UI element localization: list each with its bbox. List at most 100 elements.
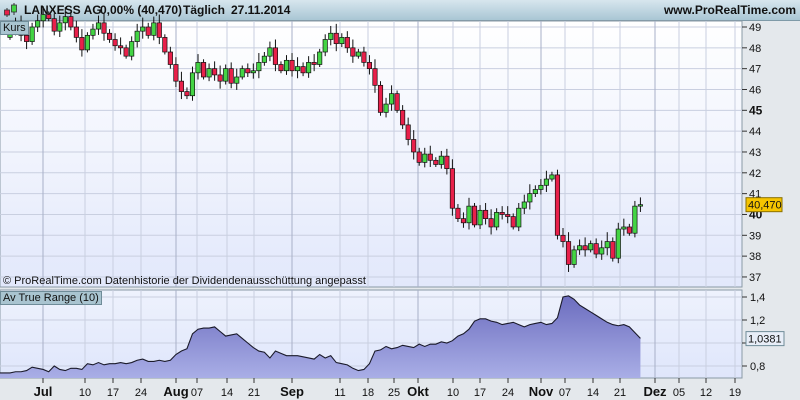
- candle-body: [483, 209, 489, 219]
- candle-body: [383, 103, 389, 113]
- time-tick-label: 07: [559, 387, 571, 399]
- time-tick-label: 21: [248, 387, 260, 399]
- time-tick-label: Jul: [34, 384, 53, 399]
- candle-body: [510, 216, 516, 228]
- candle-body: [516, 207, 522, 228]
- candle-body: [167, 51, 173, 65]
- candle-body: [400, 109, 406, 126]
- candle-body: [272, 47, 278, 65]
- candle-body: [245, 68, 251, 74]
- candle-body: [433, 159, 439, 165]
- candle-body: [328, 32, 334, 40]
- candle-body: [201, 62, 207, 78]
- chart-canvas[interactable]: 494847464544434241403938371,41,20,8Jul 10…: [0, 0, 800, 400]
- candle-body: [615, 228, 621, 259]
- candle-body: [350, 47, 356, 57]
- price-panel: [0, 20, 743, 288]
- time-tick-label: Okt: [407, 384, 429, 399]
- candle-body: [505, 214, 511, 217]
- chart-window: LANXESS AG 0,00% (40,470) Täglich 27.11.…: [0, 0, 800, 400]
- candle-body: [212, 68, 218, 76]
- candle-body: [549, 174, 555, 180]
- candle-body: [300, 66, 306, 74]
- price-tick-label: 46: [749, 84, 761, 96]
- candle-body: [538, 184, 544, 190]
- candle-body: [389, 93, 395, 105]
- candle-body: [599, 247, 605, 255]
- candle-body: [151, 22, 157, 36]
- candle-body: [466, 205, 472, 224]
- candle-body: [239, 68, 245, 78]
- price-tick-label: 44: [749, 126, 761, 138]
- candle-body: [68, 16, 74, 28]
- candle-body: [438, 155, 444, 165]
- candle-body: [565, 241, 572, 265]
- candle-body: [527, 193, 533, 203]
- candle-body: [577, 245, 583, 251]
- candle-body: [455, 207, 461, 219]
- candle-body: [416, 151, 422, 163]
- time-tick-label: Dez: [643, 384, 667, 399]
- candle-body: [206, 68, 212, 78]
- candle-body: [377, 84, 384, 113]
- candle-body: [394, 93, 400, 111]
- candle-body: [571, 249, 577, 265]
- candle-body: [317, 51, 323, 65]
- price-tick-label: 45: [749, 103, 763, 117]
- time-tick-label: 19: [729, 387, 741, 399]
- candle-body: [129, 41, 135, 57]
- time-tick-label: Aug: [163, 384, 188, 399]
- candle-body: [217, 74, 223, 82]
- time-tick-label: 18: [362, 387, 374, 399]
- candle-body: [582, 245, 588, 251]
- atr-tick-label: 1,4: [750, 292, 765, 304]
- candle-body: [361, 51, 367, 63]
- candle-body: [106, 32, 113, 40]
- candle-body: [499, 212, 505, 215]
- candle-body: [24, 34, 30, 42]
- candle-body: [339, 37, 345, 45]
- candle-body: [90, 28, 96, 36]
- last-price-value: 40,470: [748, 200, 782, 212]
- candle-body: [477, 209, 483, 226]
- candle-body: [427, 153, 433, 161]
- candle-body: [57, 22, 63, 32]
- candle-body: [101, 22, 107, 34]
- price-tick-label: 49: [749, 22, 761, 34]
- candle-body: [521, 201, 527, 209]
- candle-body: [444, 155, 450, 169]
- price-tick-label: 43: [749, 147, 761, 159]
- candle-body: [422, 153, 428, 163]
- candle-body: [29, 26, 35, 42]
- time-tick-label: Sep: [280, 384, 304, 399]
- time-tick-label: 14: [221, 387, 233, 399]
- atr-panel-label: Av True Range (10): [0, 291, 102, 305]
- candle-body: [189, 72, 196, 97]
- candle-body: [560, 234, 566, 242]
- candle-body: [134, 30, 140, 42]
- candle-body: [51, 18, 57, 32]
- candle-body: [267, 47, 273, 57]
- candle-body: [79, 37, 85, 51]
- candle-body: [295, 66, 301, 72]
- time-tick-label: 07: [191, 387, 203, 399]
- candle-body: [405, 124, 411, 140]
- candle-body: [372, 68, 378, 86]
- candle-body: [488, 218, 494, 228]
- candle-body: [289, 59, 295, 72]
- candle-body: [333, 32, 339, 45]
- candle-body: [234, 76, 240, 84]
- candle-body: [494, 212, 500, 228]
- candle-body: [250, 70, 256, 74]
- candle-body: [228, 68, 234, 84]
- atr-tick-label: 0,8: [750, 361, 765, 373]
- atr-tick-label: 1,2: [750, 315, 765, 327]
- time-tick-label: 12: [700, 387, 712, 399]
- time-tick-label: 21: [614, 387, 626, 399]
- footer-note: © ProRealTime.com Datenhistorie der Divi…: [3, 275, 366, 287]
- candle-body: [532, 189, 538, 194]
- price-tick-label: 42: [749, 168, 761, 180]
- candle-body: [283, 59, 290, 72]
- candle-body: [173, 64, 179, 82]
- candle-body: [311, 62, 317, 65]
